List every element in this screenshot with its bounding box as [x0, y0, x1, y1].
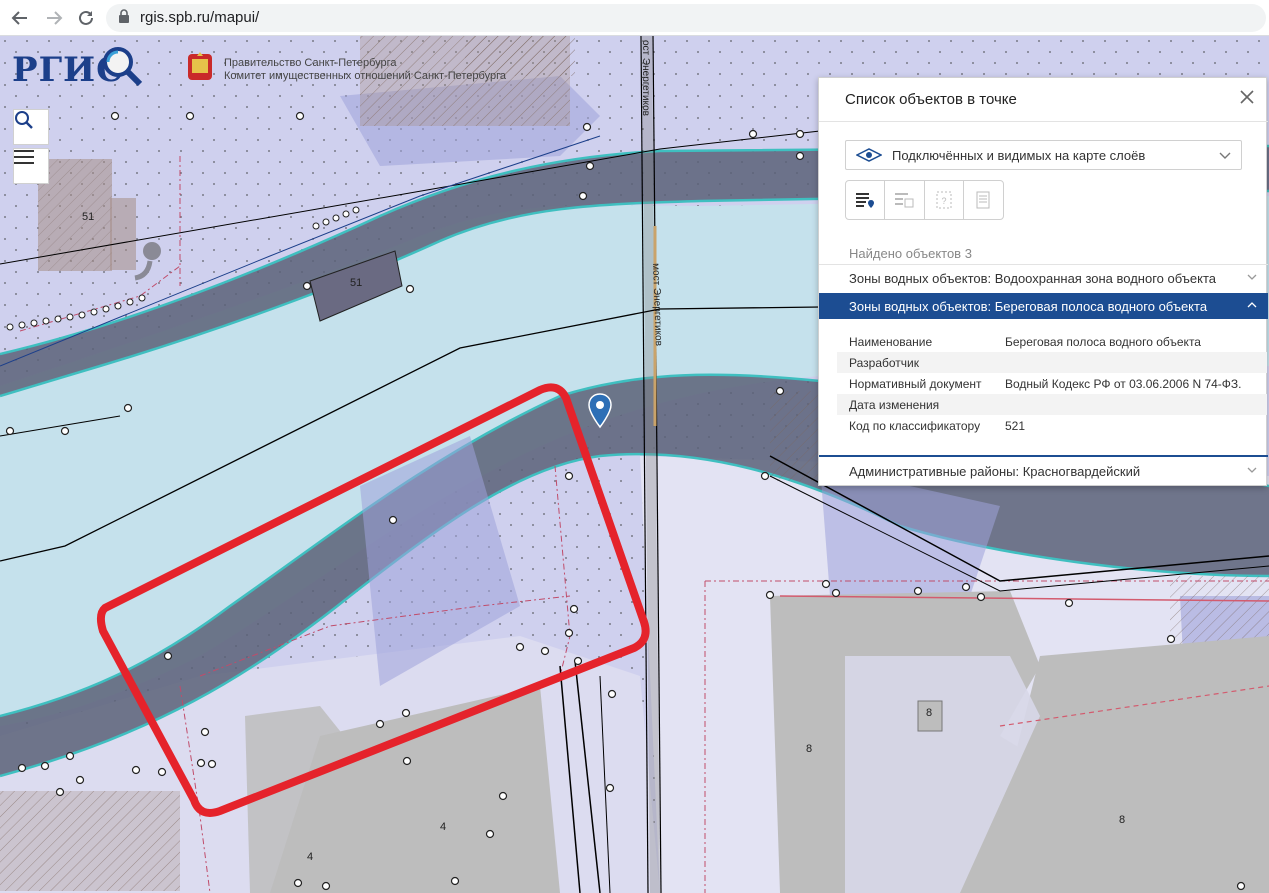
layers-eye-icon [856, 148, 882, 162]
gov-line-2: Комитет имущественных отношений Санкт-Пе… [224, 70, 506, 82]
frame-question-icon: ? [936, 191, 952, 209]
back-button[interactable] [8, 6, 32, 30]
arrow-left-icon [11, 11, 27, 25]
parcel-label-8b: 8 [926, 707, 933, 719]
list-pin-icon [856, 193, 875, 208]
result-item-shore-strip[interactable]: Зоны водных объектов: Береговая полоса в… [819, 293, 1268, 319]
chevron-down-icon [1247, 467, 1257, 473]
attribute-row: Код по классификатору 521 [837, 415, 1267, 436]
attribute-value: Водный Кодекс РФ от 03.06.2006 N 74-ФЗ. [1005, 377, 1242, 391]
road-label-top: ост Энергетиков [640, 40, 651, 116]
attribute-row: Наименование Береговая полоса водного об… [837, 331, 1267, 352]
svg-text:?: ? [941, 196, 946, 206]
result-item-admin-district[interactable]: Административные районы: Красногвардейск… [819, 458, 1268, 484]
attribute-value: Береговая полоса водного объекта [1005, 335, 1201, 349]
details-divider [819, 455, 1268, 457]
panel-divider [819, 121, 1268, 122]
found-objects-count: Найдено объектов 3 [849, 246, 972, 261]
map-menu-button[interactable] [13, 148, 49, 184]
attribute-key: Нормативный документ [849, 377, 982, 391]
attribute-key: Разработчик [849, 356, 919, 370]
attribute-key: Код по классификатору [849, 419, 981, 433]
search-icon [15, 111, 33, 129]
table-icon [895, 193, 914, 208]
list-view-button[interactable] [846, 181, 886, 219]
parcel-label-8c: 8 [1119, 814, 1126, 826]
attribute-row: Нормативный документ Водный Кодекс РФ от… [837, 373, 1267, 394]
spb-coat-of-arms-icon [188, 52, 212, 80]
forward-button[interactable] [42, 6, 66, 30]
lock-icon [119, 9, 129, 23]
hamburger-menu-icon [14, 150, 34, 164]
result-item-label: Зоны водных объектов: Береговая полоса в… [849, 299, 1208, 314]
document-view-button[interactable] [964, 181, 1003, 219]
parcel-label-51b: 51 [350, 277, 363, 289]
table-view-button[interactable] [885, 181, 925, 219]
gov-line-1: Правительство Санкт-Петербурга [224, 57, 397, 69]
url-text: rgis.spb.ru/mapui/ [140, 9, 260, 26]
feature-info-button[interactable]: ? [925, 181, 964, 219]
chevron-up-icon [1247, 302, 1257, 308]
attribute-value: 521 [1005, 419, 1026, 433]
parcel-label-8a: 8 [806, 743, 813, 755]
layer-scope-value: Подключённых и видимых на карте слоёв [892, 148, 1146, 163]
rgis-magnifier-logo-icon [103, 47, 143, 87]
location-pin-icon[interactable] [588, 393, 612, 429]
parcel-label-4b: 4 [307, 851, 314, 863]
attribute-row: Разработчик [837, 352, 1267, 373]
close-icon[interactable] [1238, 88, 1256, 106]
objects-at-point-panel: Список объектов в точке Подключённых и в… [818, 77, 1268, 486]
view-mode-toolbar: ? [845, 180, 1004, 220]
reload-button[interactable] [74, 6, 98, 30]
chevron-down-icon [1247, 274, 1257, 280]
attribute-key: Наименование [849, 335, 933, 349]
reload-icon [79, 10, 93, 25]
attribute-key: Дата изменения [849, 398, 940, 412]
document-icon [976, 191, 990, 209]
government-caption: Правительство Санкт-Петербурга Комитет и… [224, 57, 506, 83]
result-item-water-protection-zone[interactable]: Зоны водных объектов: Водоохранная зона … [819, 264, 1268, 290]
attribute-row: Дата изменения [837, 394, 1267, 415]
layer-scope-select[interactable]: Подключённых и видимых на карте слоёв [845, 140, 1242, 170]
address-bar[interactable] [106, 4, 1266, 32]
result-item-label: Административные районы: Красногвардейск… [849, 464, 1141, 479]
parcel-label-51a: 51 [82, 211, 95, 223]
parcel-label-4a: 4 [440, 821, 447, 833]
map-search-button[interactable] [13, 109, 49, 145]
browser-toolbar: rgis.spb.ru/mapui/ [0, 0, 1269, 36]
arrow-right-icon [47, 11, 63, 25]
panel-title: Список объектов в точке [845, 91, 1017, 108]
result-item-label: Зоны водных объектов: Водоохранная зона … [849, 271, 1216, 286]
chevron-down-icon [1219, 152, 1231, 159]
